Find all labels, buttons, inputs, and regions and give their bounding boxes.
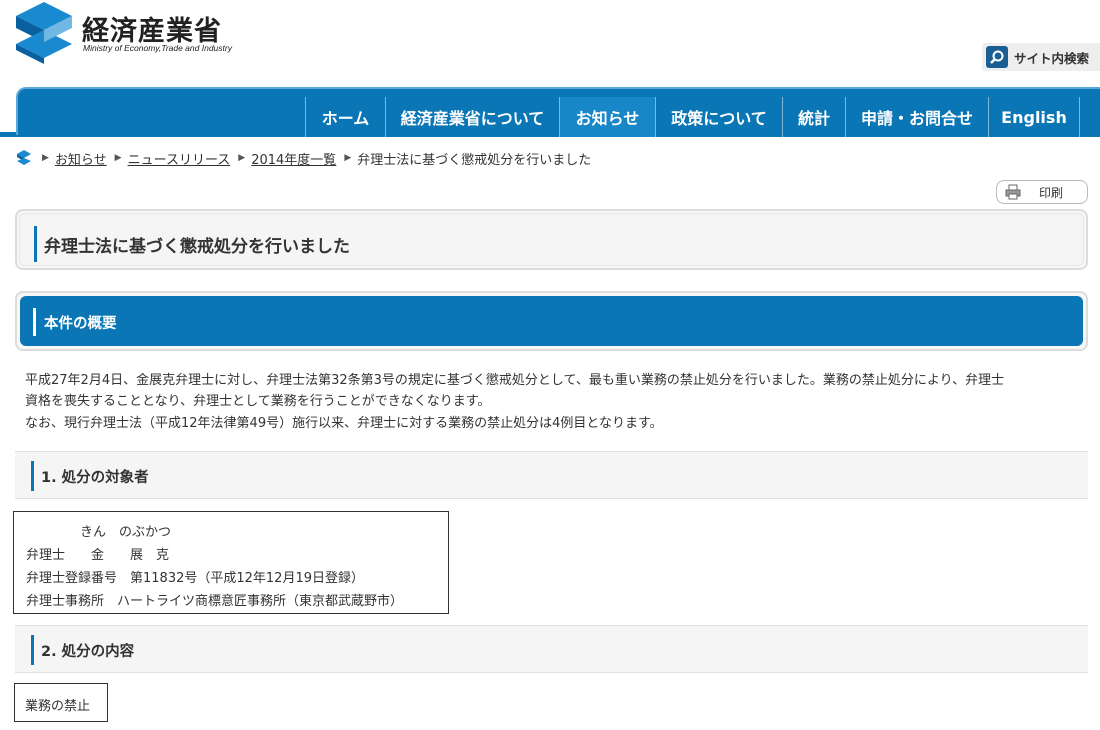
target-person-box: きん のぶかつ 弁理士 金 展 克 弁理士登録番号 第11832号（平成12年1…: [13, 511, 449, 614]
breadcrumb-separator-icon: ▶: [344, 153, 352, 163]
search-icon: [986, 46, 1008, 68]
meti-logo-icon[interactable]: [14, 2, 74, 64]
disposition-content: 業務の禁止: [25, 699, 91, 714]
page-title: 弁理士法に基づく懲戒処分を行いました: [44, 237, 350, 257]
nav-item-english[interactable]: English: [988, 97, 1080, 137]
breadcrumb-link-news[interactable]: お知らせ: [55, 149, 107, 168]
breadcrumb-separator-icon: ▶: [238, 153, 246, 163]
summary-section-header: 本件の概要: [15, 291, 1088, 351]
nav-item-policy[interactable]: 政策について: [655, 97, 782, 137]
global-nav: ホーム 経済産業省について お知らせ 政策について 統計 申請・お問合せ Eng…: [0, 87, 1100, 137]
home-icon[interactable]: [16, 150, 32, 166]
target-name: 弁理士 金 展 克: [26, 548, 170, 563]
target-furigana: きん のぶかつ: [80, 525, 172, 540]
section1-accent-bar: [31, 461, 34, 491]
summary-section-inner: 本件の概要: [20, 296, 1083, 346]
page-title-box: 弁理士法に基づく懲戒処分を行いました: [15, 209, 1088, 270]
printer-icon: [1005, 184, 1021, 200]
section2-accent-bar: [31, 635, 34, 665]
breadcrumb-link-news-release[interactable]: ニュースリリース: [128, 149, 231, 168]
site-header: 経済産業省 Ministry of Economy,Trade and Indu…: [0, 0, 1100, 80]
nav-item-statistics[interactable]: 統計: [782, 97, 845, 137]
target-office: 弁理士事務所 ハートライツ商標意匠事務所（東京都武蔵野市）: [26, 594, 404, 609]
disposition-content-box: 業務の禁止: [14, 683, 108, 722]
site-search-label: サイト内検索: [1014, 50, 1090, 66]
target-registration: 弁理士登録番号 第11832号（平成12年12月19日登録）: [26, 571, 364, 586]
section2-header: 2. 処分の内容: [15, 625, 1088, 673]
breadcrumb: ▶ お知らせ ▶ ニュースリリース ▶ 2014年度一覧 ▶ 弁理士法に基づく懲…: [16, 149, 592, 168]
title-accent-bar: [34, 226, 37, 262]
print-button[interactable]: 印刷: [996, 180, 1088, 204]
section1-heading: 1. 処分の対象者: [41, 470, 149, 486]
summary-line-1: 平成27年2月4日、金展克弁理士に対し、弁理士法第32条第3号の規定に基づく懲戒…: [25, 373, 1005, 388]
breadcrumb-separator-icon: ▶: [114, 153, 122, 163]
nav-item-home[interactable]: ホーム: [305, 97, 385, 137]
nav-item-application[interactable]: 申請・お問合せ: [845, 97, 988, 137]
breadcrumb-separator-icon: ▶: [42, 153, 49, 163]
nav-item-news[interactable]: お知らせ: [559, 97, 655, 137]
breadcrumb-current: 弁理士法に基づく懲戒処分を行いました: [357, 152, 592, 168]
summary-line-2: 資格を喪失することとなり、弁理士として業務を行うことができなくなります。: [25, 394, 491, 409]
summary-heading: 本件の概要: [44, 316, 117, 332]
section2-heading: 2. 処分の内容: [41, 644, 135, 660]
nav-bar: ホーム 経済産業省について お知らせ 政策について 統計 申請・お問合せ Eng…: [16, 87, 1100, 137]
logo-subtitle: Ministry of Economy,Trade and Industry: [83, 43, 232, 53]
nav-item-about[interactable]: 経済産業省について: [385, 97, 559, 137]
print-label: 印刷: [1039, 185, 1064, 200]
section1-header: 1. 処分の対象者: [15, 451, 1088, 499]
summary-line-3: なお、現行弁理士法（平成12年法律第49号）施行以来、弁理士に対する業務の禁止処…: [25, 416, 663, 431]
breadcrumb-link-2014[interactable]: 2014年度一覧: [251, 149, 336, 168]
page-title-inner: 弁理士法に基づく懲戒処分を行いました: [19, 213, 1084, 266]
section-accent-bar: [33, 308, 36, 336]
site-search-button[interactable]: サイト内検索: [982, 43, 1100, 71]
